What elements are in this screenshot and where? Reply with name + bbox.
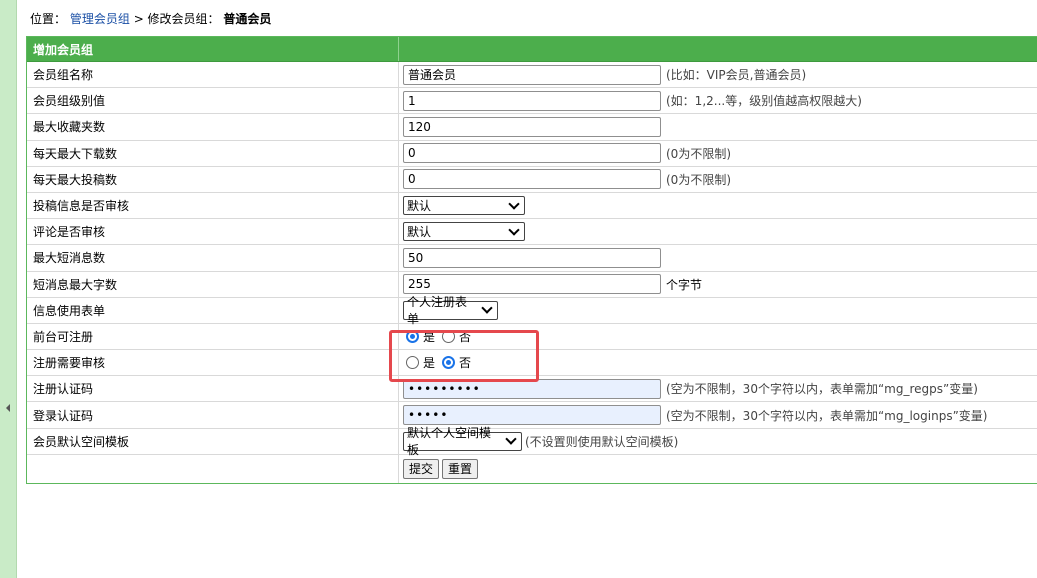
form-row-info-form: 信息使用表单 个人注册表单 bbox=[27, 295, 1037, 326]
login-code-password-input[interactable]: ••••• bbox=[403, 405, 661, 426]
form-row-max-submissions: 每天最大投稿数 0 (0为不限制) bbox=[27, 166, 1037, 193]
breadcrumb-separator: > 修改会员组： bbox=[133, 12, 220, 26]
form-row-login-code: 登录认证码 ••••• (空为不限制，30个字符以内，表单需加“mg_login… bbox=[27, 402, 1037, 429]
space-template-label: 会员默认空间模板 bbox=[27, 428, 399, 454]
reg-code-label: 注册认证码 bbox=[27, 376, 399, 402]
message-max-chars-unit: 个字节 bbox=[666, 277, 703, 292]
form-row-max-downloads: 每天最大下载数 0 (0为不限制) bbox=[27, 140, 1037, 167]
form-row-space-template: 会员默认空间模板 默认个人空间模板 (不设置则使用默认空间模板) bbox=[27, 426, 1037, 457]
form-row-max-favorites: 最大收藏夹数 120 bbox=[27, 114, 1037, 141]
group-name-input[interactable]: 普通会员 bbox=[403, 64, 661, 85]
max-submissions-input[interactable]: 0 bbox=[403, 169, 661, 190]
chevron-down-icon bbox=[481, 302, 493, 314]
group-level-input[interactable]: 1 bbox=[403, 90, 661, 111]
login-code-hint: (空为不限制，30个字符以内，表单需加“mg_loginps”变量) bbox=[666, 408, 988, 423]
submission-review-value: 默认 bbox=[407, 199, 432, 214]
message-max-chars-input[interactable]: 255 bbox=[403, 274, 661, 295]
max-favorites-input[interactable]: 120 bbox=[403, 116, 661, 137]
group-level-hint: (如：1,2...等，级别值越高权限越大) bbox=[666, 94, 862, 109]
comment-review-label: 评论是否审核 bbox=[27, 219, 399, 245]
max-favorites-label: 最大收藏夹数 bbox=[27, 114, 399, 140]
form-header-row: 增加会员组 bbox=[27, 37, 1037, 62]
max-submissions-hint: (0为不限制) bbox=[666, 172, 731, 187]
form-row-group-name: 会员组名称 普通会员 (比如：VIP会员,普通会员) bbox=[27, 62, 1037, 89]
form-row-message-max-chars: 短消息最大字数 255 个字节 bbox=[27, 271, 1037, 298]
chevron-down-icon bbox=[508, 197, 520, 210]
space-template-value: 默认个人空间模板 bbox=[407, 426, 492, 458]
max-downloads-input[interactable]: 0 bbox=[403, 143, 661, 164]
breadcrumb-prefix: 位置： bbox=[30, 12, 67, 26]
info-form-label: 信息使用表单 bbox=[27, 297, 399, 323]
register-review-label: 注册需要审核 bbox=[27, 350, 399, 376]
collapse-arrow-icon[interactable] bbox=[6, 404, 10, 412]
breadcrumb: 位置： 管理会员组 > 修改会员组： 普通会员 bbox=[30, 10, 271, 28]
member-group-form: 增加会员组 会员组名称 普通会员 (比如：VIP会员,普通会员) 会员组级别值 … bbox=[26, 36, 1037, 484]
max-downloads-label: 每天最大下载数 bbox=[27, 140, 399, 166]
info-form-select[interactable]: 个人注册表单 bbox=[403, 295, 498, 326]
group-level-label: 会员组级别值 bbox=[27, 88, 399, 114]
group-name-label: 会员组名称 bbox=[27, 62, 399, 88]
chevron-down-icon bbox=[505, 433, 517, 445]
chevron-down-icon bbox=[508, 224, 520, 236]
space-template-select[interactable]: 默认个人空间模板 bbox=[403, 426, 522, 457]
form-row-comment-review: 评论是否审核 默认 bbox=[27, 219, 1037, 246]
submit-button[interactable]: 提交 bbox=[403, 458, 440, 479]
comment-review-select[interactable]: 默认 bbox=[403, 222, 525, 242]
max-downloads-hint: (0为不限制) bbox=[666, 146, 731, 161]
front-register-label: 前台可注册 bbox=[27, 323, 399, 350]
sidebar-collapse-rail[interactable] bbox=[0, 0, 17, 578]
space-template-hint: (不设置则使用默认空间模板) bbox=[525, 434, 679, 449]
highlight-box bbox=[389, 330, 539, 382]
reg-code-hint: (空为不限制，30个字符以内，表单需加“mg_regps”变量) bbox=[666, 382, 978, 397]
form-row-group-level: 会员组级别值 1 (如：1,2...等，级别值越高权限越大) bbox=[27, 88, 1037, 115]
group-name-hint: (比如：VIP会员,普通会员) bbox=[666, 68, 807, 83]
breadcrumb-link-member-groups[interactable]: 管理会员组 bbox=[70, 12, 130, 26]
form-row-max-messages: 最大短消息数 50 bbox=[27, 245, 1037, 272]
message-max-chars-label: 短消息最大字数 bbox=[27, 271, 399, 297]
login-code-label: 登录认证码 bbox=[27, 402, 399, 428]
breadcrumb-current: 普通会员 bbox=[223, 12, 272, 26]
comment-review-value: 默认 bbox=[407, 225, 432, 240]
max-messages-input[interactable]: 50 bbox=[403, 247, 661, 268]
info-form-value: 个人注册表单 bbox=[407, 295, 468, 327]
submission-review-label: 投稿信息是否审核 bbox=[27, 192, 399, 219]
form-header-title: 增加会员组 bbox=[27, 37, 399, 61]
max-submissions-label: 每天最大投稿数 bbox=[27, 166, 399, 192]
max-messages-label: 最大短消息数 bbox=[27, 245, 399, 271]
form-row-submission-review: 投稿信息是否审核 默认 bbox=[27, 192, 1037, 220]
submission-review-select[interactable]: 默认 bbox=[403, 196, 525, 216]
reset-button[interactable]: 重置 bbox=[442, 458, 479, 479]
form-row-actions: 提交 重置 bbox=[27, 454, 1037, 483]
